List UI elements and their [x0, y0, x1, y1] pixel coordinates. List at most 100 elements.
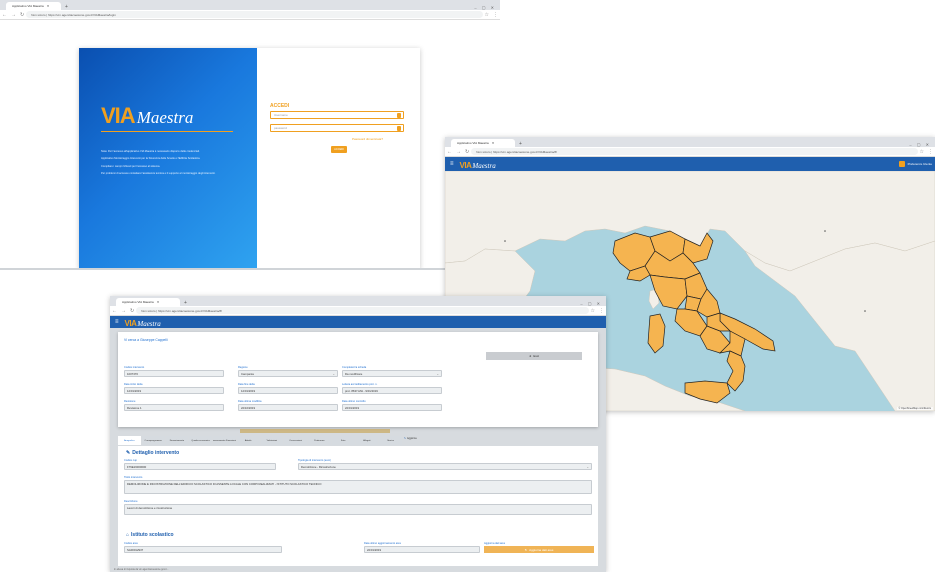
- close-tab-icon[interactable]: ✕: [492, 141, 495, 145]
- codice-cup-input[interactable]: F79E16000000: [124, 463, 276, 470]
- info-paragraph: Nota: Per l'accesso all'applicativo VIA …: [101, 150, 200, 153]
- exit-icon: ➜: [528, 354, 532, 358]
- field-codice-intervento: Codice intervento 1007376: [124, 366, 224, 377]
- field-lettera: Lettera accreditamento prot. n. prot. 86…: [342, 383, 442, 394]
- tab-quadro-economico[interactable]: Quadro economico: [189, 436, 212, 445]
- tab-finanziamento[interactable]: Finanziamento: [165, 436, 189, 445]
- tab-pertinenze[interactable]: Pertinenze: [308, 436, 331, 445]
- browser-tab[interactable]: Applicativo VIA Maestra ✕: [451, 139, 515, 147]
- window-controls[interactable]: – ▢ ✕: [909, 142, 935, 147]
- region-calabria[interactable]: [726, 350, 746, 392]
- reload-icon[interactable]: ↻: [20, 12, 24, 18]
- new-tab-icon[interactable]: +: [65, 4, 68, 10]
- window-controls[interactable]: – ▢ ✕: [580, 301, 606, 306]
- tab-foto[interactable]: Foto: [331, 436, 355, 445]
- tab-avanzamento-finanziario[interactable]: Avanzamento Finanziario: [213, 436, 236, 445]
- refresh-icon: ↻: [524, 547, 528, 552]
- status-strip: [240, 429, 390, 433]
- back-icon[interactable]: ←: [447, 149, 452, 155]
- refresh-button[interactable]: ✎ Aggiorna: [404, 435, 434, 442]
- tab-valutazioni[interactable]: Valutazioni: [260, 436, 284, 445]
- browser-tab[interactable]: Applicativo VIA Maestra ✕: [116, 298, 180, 306]
- lock-icon: [397, 126, 401, 131]
- tab-cronoprogramma[interactable]: Cronoprogramma: [141, 436, 165, 445]
- password-input[interactable]: password: [270, 124, 404, 132]
- city-marker: [824, 230, 826, 232]
- tab-storico[interactable]: Storico: [379, 436, 402, 445]
- username-input[interactable]: Username: [270, 111, 404, 119]
- hamburger-menu-icon[interactable]: ≡: [115, 319, 119, 325]
- tab-attivita[interactable]: Attività: [236, 436, 260, 445]
- address-bar: ← → ↻ Non sicuro | https://vm.agenziacoe…: [0, 10, 500, 20]
- tab-allegati[interactable]: Allegati: [355, 436, 379, 445]
- tab-title: Applicativo VIA Maestra: [12, 4, 44, 8]
- descrizione-textarea[interactable]: Lavori di demolizione e ricostruzione: [124, 504, 592, 515]
- window-controls[interactable]: – ▢ ✕: [474, 5, 500, 10]
- section-istituto-scolastico: ⌂ Istituto scolastico: [126, 532, 174, 538]
- data-fine-input[interactable]: 12/01/2019: [238, 387, 338, 394]
- map-attribution[interactable]: © OpenStreetMap contributors: [896, 407, 933, 410]
- aggiorna-ares-button[interactable]: ↻ Aggiorna dati ares: [484, 546, 594, 553]
- city-marker: [864, 310, 866, 312]
- back-icon[interactable]: ←: [2, 12, 7, 18]
- tab-title: Applicativo VIA Maestra: [122, 300, 154, 304]
- city-marker: [504, 240, 506, 242]
- notification-icon[interactable]: [898, 161, 905, 167]
- hamburger-menu-icon[interactable]: ≡: [450, 161, 454, 167]
- menu-icon[interactable]: ⋮: [928, 149, 933, 155]
- browser-tab[interactable]: Applicativo VIA Maestra ✕: [6, 2, 61, 10]
- tipologia-select[interactable]: Demolizione - Ricostruzione ⌄: [298, 463, 592, 470]
- star-icon[interactable]: ☆: [485, 12, 489, 18]
- menu-icon[interactable]: ⋮: [599, 308, 604, 314]
- data-agg-ares-input[interactable]: 22/01/2019: [364, 546, 480, 553]
- region-sardinia[interactable]: [647, 313, 666, 354]
- login-page: VIA Maestra Nota: Per l'accesso all'appl…: [0, 20, 500, 268]
- forward-icon[interactable]: →: [456, 149, 461, 155]
- star-icon[interactable]: ☆: [591, 308, 595, 314]
- tab-anagrafica[interactable]: Anagrafica: [118, 436, 141, 445]
- data-controllo-input[interactable]: 22/01/2019: [342, 404, 442, 411]
- field-aggiorna-ares: Aggiorna dati ares ↻ Aggiorna dati ares: [484, 542, 594, 553]
- url-field[interactable]: Non sicuro | https://vm.agenziacoesione.…: [26, 11, 483, 18]
- regione-select[interactable]: Campania ⌄: [238, 370, 338, 377]
- star-icon[interactable]: ☆: [920, 149, 924, 155]
- close-tab-icon[interactable]: ✕: [157, 300, 160, 304]
- back-icon[interactable]: ←: [112, 308, 117, 314]
- field-completezza: Completezza scheda Da modificare ⌄: [342, 366, 442, 377]
- browser-tab-bar: Applicativo VIA Maestra ✕ + – ▢ ✕: [110, 296, 606, 306]
- login-button[interactable]: ACCEDI: [331, 146, 347, 153]
- login-browser-window: Applicativo VIA Maestra ✕ + – ▢ ✕ ← → ↻ …: [0, 0, 500, 270]
- lettera-input[interactable]: prot. 8637-MH - 9/01/2019: [342, 387, 442, 394]
- data-inizio-input[interactable]: 12/01/2019: [124, 387, 224, 394]
- titolo-textarea[interactable]: DEMOLIZIONE E RICOSTRUZIONE DELL'EDIFICI…: [124, 480, 592, 494]
- close-tab-icon[interactable]: ✕: [47, 4, 50, 8]
- completezza-select[interactable]: Da modificare ⌄: [342, 370, 442, 377]
- menu-icon[interactable]: ⋮: [493, 12, 498, 18]
- field-tipologia: Tipologia di intervento (euro) Demolizio…: [298, 459, 592, 470]
- forgot-password-link[interactable]: Password dimenticata?: [352, 137, 383, 141]
- detail-panel: ✎ Dettaglio intervento Codice cup F79E16…: [118, 446, 598, 566]
- header-user-area: Preferenze Utente: [898, 161, 932, 167]
- new-tab-icon[interactable]: +: [519, 141, 522, 147]
- dialog-exit-button[interactable]: ➜ Esci: [486, 352, 582, 360]
- dialog-title: Vi cerca a Giuseppe Cappelli: [124, 338, 168, 342]
- codice-intervento-input[interactable]: 1007376: [124, 370, 224, 377]
- browser-tab-bar: Applicativo VIA Maestra ✕ + – ▢ ✕: [445, 137, 935, 147]
- info-paragraph: Compilare i campi richiesti per l'access…: [101, 164, 161, 168]
- tab-osservazioni[interactable]: Osservazioni: [284, 436, 307, 445]
- url-field[interactable]: Non sicuro | https://vm.agenziacoesione.…: [136, 307, 589, 314]
- field-data-modifica: Data ultima modifica 22/10/2019: [238, 400, 338, 411]
- url-field[interactable]: Non sicuro | https://vm.agenziacoesione.…: [471, 148, 918, 155]
- chevron-down-icon: ⌄: [436, 372, 439, 376]
- user-menu[interactable]: Preferenze Utente: [908, 162, 932, 166]
- info-paragraph: Applicativo Monitoraggio Interventi per …: [101, 157, 201, 161]
- field-data-inizio: Data inizio delta 12/01/2019: [124, 383, 224, 394]
- forward-icon[interactable]: →: [11, 12, 16, 18]
- codice-ares-input[interactable]: SA00012937: [124, 546, 282, 553]
- reload-icon[interactable]: ↻: [465, 149, 469, 155]
- address-bar: ← → ↻ Non sicuro | https://vm.agenziacoe…: [110, 306, 606, 316]
- data-modifica-input[interactable]: 22/10/2019: [238, 404, 338, 411]
- revisione-input[interactable]: Revisione 1: [124, 404, 224, 411]
- new-tab-icon[interactable]: +: [184, 300, 187, 306]
- intervention-dialog: Vi cerca a Giuseppe Cappelli ➜ Esci Codi…: [118, 332, 598, 427]
